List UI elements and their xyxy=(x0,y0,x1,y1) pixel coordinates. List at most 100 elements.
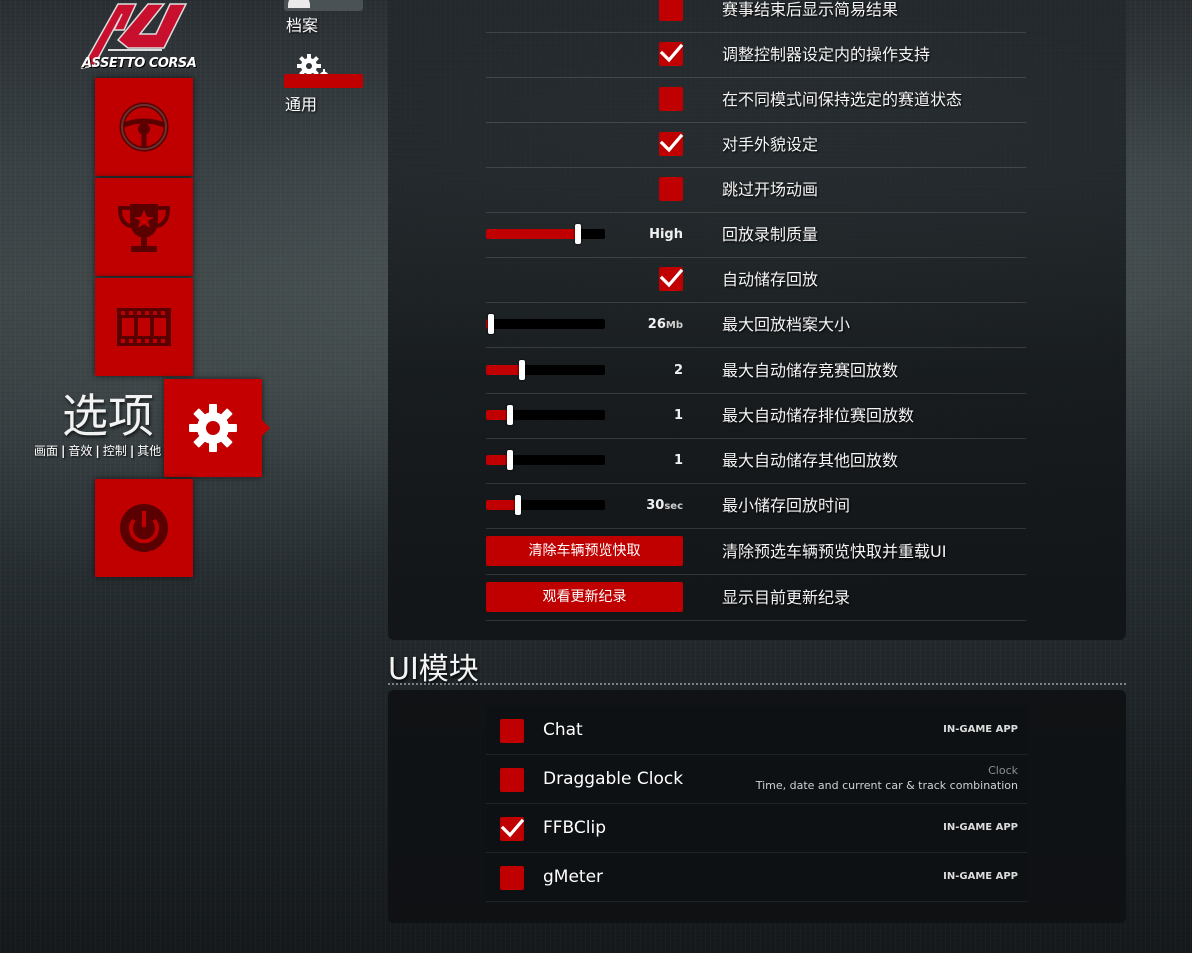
section-divider xyxy=(388,683,1126,685)
tab-general[interactable]: 通用 xyxy=(285,91,317,115)
checkmark-icon xyxy=(659,133,684,153)
module-name: FFBClip xyxy=(543,818,607,838)
setting-slider[interactable] xyxy=(486,495,605,515)
setting-action-button[interactable]: 清除车辆预览快取 xyxy=(486,536,683,566)
module-type-badge: IN-GAME APP xyxy=(943,724,1018,735)
setting-label: 最大自动储存其他回放数 xyxy=(722,451,899,470)
ui-modules-title: UI模块 xyxy=(388,652,479,687)
setting-row: 在不同模式间保持选定的赛道状态 xyxy=(486,77,1026,123)
slider-value: 1 xyxy=(673,408,683,423)
module-checkbox[interactable] xyxy=(500,768,524,792)
setting-row: 1 最大自动储存排位赛回放数 xyxy=(486,393,1026,439)
setting-label: 最大回放档案大小 xyxy=(722,315,851,334)
setting-label: 最大自动储存竞赛回放数 xyxy=(722,361,899,380)
setting-row: 自动储存回放 xyxy=(486,257,1026,303)
module-description: Time, date and current car & track combi… xyxy=(755,779,1018,792)
setting-row: 跳过开场动画 xyxy=(486,167,1026,213)
setting-row: 对手外貌设定 xyxy=(486,122,1026,168)
setting-slider[interactable] xyxy=(486,360,605,380)
setting-label: 最小储存回放时间 xyxy=(722,496,851,515)
module-name: Chat xyxy=(543,720,583,740)
general-tab-bar[interactable] xyxy=(284,74,363,88)
setting-label: 最大自动储存排位赛回放数 xyxy=(722,406,915,425)
slider-value: 30sec xyxy=(646,498,683,513)
checkmark-icon xyxy=(659,268,684,288)
setting-slider[interactable] xyxy=(486,224,605,244)
profile-icon xyxy=(288,0,310,8)
film-strip-icon xyxy=(117,308,171,346)
setting-row: 调整控制器设定内的操作支持 xyxy=(486,32,1026,78)
setting-slider[interactable] xyxy=(486,405,605,425)
slider-fill xyxy=(486,365,522,375)
slider-fill xyxy=(486,229,578,239)
setting-row: 30sec 最小储存回放时间 xyxy=(486,483,1026,529)
setting-row: 观看更新纪录 显示目前更新纪录 xyxy=(486,575,1026,621)
setting-checkbox[interactable] xyxy=(659,87,683,111)
slider-value: 26Mb xyxy=(647,317,683,332)
separator: | xyxy=(95,444,100,458)
setting-row: 清除车辆预览快取 清除预选车辆预览快取并重载UI xyxy=(486,529,1026,575)
separator: | xyxy=(61,444,66,458)
setting-slider[interactable] xyxy=(486,450,605,470)
nav-replays-tile[interactable] xyxy=(95,278,193,376)
steering-wheel-icon xyxy=(119,102,169,152)
nav-drive-tile[interactable] xyxy=(95,78,193,176)
setting-row: 1 最大自动储存其他回放数 xyxy=(486,438,1026,484)
profile-tab-bar[interactable] xyxy=(284,0,363,11)
active-tile-pointer xyxy=(262,420,270,436)
separator: | xyxy=(129,444,135,458)
ui-module-row[interactable]: gMeter IN-GAME APP xyxy=(486,853,1027,902)
options-sub-controls[interactable]: 控制 xyxy=(103,444,127,458)
nav-career-tile[interactable] xyxy=(95,178,193,276)
module-name: Draggable Clock xyxy=(543,769,684,789)
options-sub-graphics[interactable]: 画面 xyxy=(34,444,58,458)
tab-profile[interactable]: 档案 xyxy=(286,12,318,36)
ui-module-row[interactable]: FFBClip IN-GAME APP xyxy=(486,804,1027,853)
module-type-badge: IN-GAME APP xyxy=(943,871,1018,882)
nav-options-tile[interactable] xyxy=(164,379,262,477)
slider-thumb[interactable] xyxy=(515,495,521,515)
trophy-icon xyxy=(117,204,171,252)
slider-value: 2 xyxy=(673,363,683,378)
setting-checkbox[interactable] xyxy=(659,177,683,201)
module-category: Clock xyxy=(988,764,1018,777)
setting-label: 清除预选车辆预览快取并重载UI xyxy=(722,542,947,561)
setting-action-button[interactable]: 观看更新纪录 xyxy=(486,582,683,612)
setting-label: 显示目前更新纪录 xyxy=(722,588,851,607)
setting-checkbox[interactable] xyxy=(659,0,683,21)
setting-row: 2 最大自动储存竞赛回放数 xyxy=(486,348,1026,394)
slider-thumb[interactable] xyxy=(507,405,513,425)
nav-exit-tile[interactable] xyxy=(95,479,193,577)
setting-label: 在不同模式间保持选定的赛道状态 xyxy=(722,90,963,109)
setting-label: 跳过开场动画 xyxy=(722,180,819,199)
ui-module-row[interactable]: Chat IN-GAME APP xyxy=(486,706,1027,755)
options-sub-audio[interactable]: 音效 xyxy=(68,444,92,458)
slider-thumb[interactable] xyxy=(507,450,513,470)
module-checkbox[interactable] xyxy=(500,817,525,841)
setting-slider[interactable] xyxy=(486,314,605,334)
setting-label: 回放录制质量 xyxy=(722,225,819,244)
options-sub-other[interactable]: 其他 xyxy=(137,444,161,458)
setting-checkbox[interactable] xyxy=(659,267,684,291)
setting-checkbox[interactable] xyxy=(659,42,684,66)
slider-thumb[interactable] xyxy=(575,224,581,244)
module-type-badge: IN-GAME APP xyxy=(943,822,1018,833)
setting-row: High 回放录制质量 xyxy=(486,212,1026,258)
module-checkbox[interactable] xyxy=(500,866,524,890)
ui-module-row[interactable]: Draggable Clock Clock Time, date and curre… xyxy=(486,755,1027,804)
power-icon xyxy=(120,504,168,552)
options-title: 选项 xyxy=(62,389,154,443)
slider-value: 1 xyxy=(673,453,683,468)
options-subtitle: 画面 | 音效 | 控制 | 其他 xyxy=(34,442,161,459)
checkmark-icon xyxy=(500,818,525,838)
setting-label: 调整控制器设定内的操作支持 xyxy=(722,45,931,64)
setting-label: 自动储存回放 xyxy=(722,270,819,289)
slider-thumb[interactable] xyxy=(488,314,494,334)
slider-fill xyxy=(486,500,518,510)
module-checkbox[interactable] xyxy=(500,719,524,743)
slider-value: High xyxy=(649,227,683,242)
module-name: gMeter xyxy=(543,867,604,887)
setting-label: 对手外貌设定 xyxy=(722,135,819,154)
slider-thumb[interactable] xyxy=(519,360,525,380)
setting-checkbox[interactable] xyxy=(659,132,684,156)
